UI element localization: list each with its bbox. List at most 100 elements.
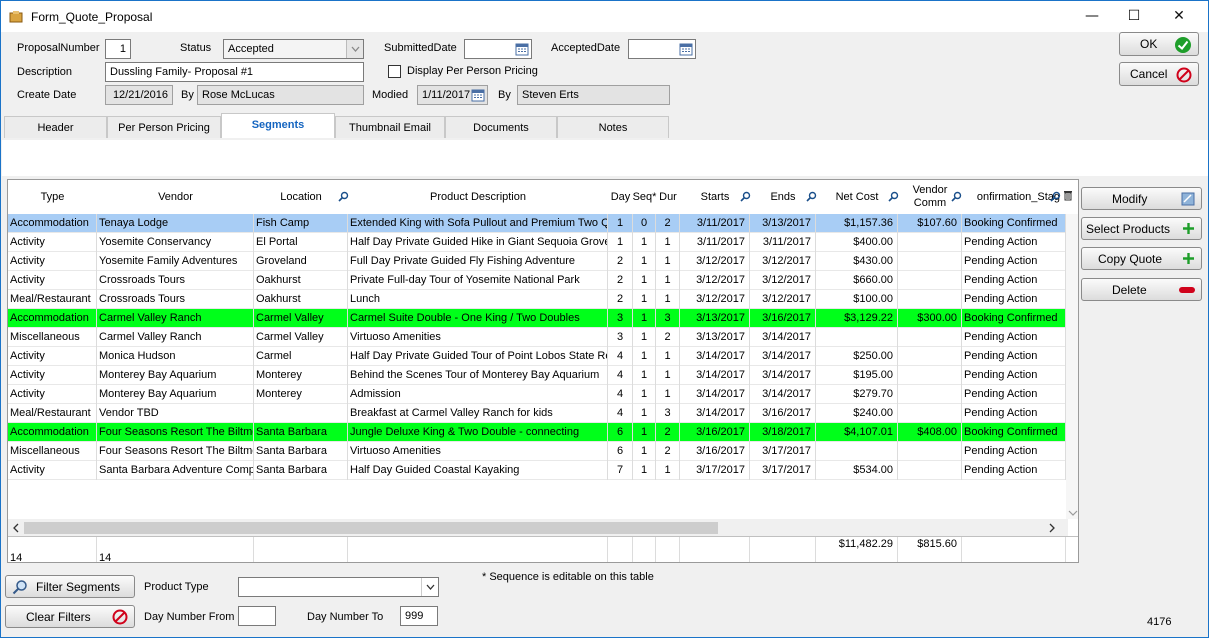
cell-day: 3 [608, 328, 633, 347]
table-row[interactable]: ActivitySanta Barbara Adventure CompanyS… [8, 461, 1078, 480]
col-seq-header[interactable]: Seq* [633, 180, 657, 214]
vertical-scrollbar[interactable] [1066, 214, 1078, 519]
table-row[interactable]: Activity Monterey Bay Aquarium Monterey Adm… [8, 385, 1078, 404]
status-select[interactable]: Accepted [223, 39, 364, 59]
tab-per-person-pricing[interactable]: Per Person Pricing [107, 116, 221, 138]
clear-filters-button[interactable]: Clear Filters [5, 605, 135, 628]
modified-label: Modied [372, 89, 409, 101]
filter-segments-button[interactable]: Filter Segments [5, 575, 135, 598]
calendar-icon[interactable] [515, 42, 529, 56]
table-row[interactable]: Activity Crossroads Tours Oakhurst Private … [8, 271, 1078, 290]
product-type-select[interactable] [238, 577, 439, 597]
cell-vendor: Yosemite Family Adventures [97, 252, 254, 271]
close-button[interactable]: ✕ [1156, 1, 1202, 32]
scroll-thumb[interactable] [24, 522, 718, 534]
table-row[interactable]: Activity Monterey Bay Aquarium Monterey Beh… [8, 366, 1078, 385]
tab-notes[interactable]: Notes [557, 116, 669, 138]
col-confirmation-header[interactable]: onfirmation_Stag [962, 180, 1060, 214]
col-product-header[interactable]: Product Description [348, 180, 608, 214]
cell-product: Half Day Guided Coastal Kayaking [348, 461, 608, 480]
search-icon[interactable] [1050, 191, 1061, 202]
tab-thumbnail-email[interactable]: Thumbnail Email [335, 116, 445, 138]
col-vendor-header[interactable]: Vendor [97, 180, 254, 214]
horizontal-scrollbar[interactable] [8, 519, 1068, 536]
col-type-header[interactable]: Type [8, 180, 97, 214]
table-row[interactable]: Accommodation Four Seasons Resort The Bil… [8, 423, 1078, 442]
table-row[interactable]: Meal/Restaurant Crossroads Tours Oakhurst L… [8, 290, 1078, 309]
cell-seq: 1 [633, 290, 656, 309]
cell-product: Half Day Private Guided Hike in Giant Se… [348, 233, 608, 252]
search-icon [12, 580, 27, 595]
col-location-header[interactable]: Location [254, 180, 348, 214]
cell-starts: 3/14/2017 [680, 404, 750, 423]
total-blank [680, 537, 750, 562]
cell-type: Activity [8, 347, 97, 366]
cell-product: Full Day Private Guided Fly Fishing Adve… [348, 252, 608, 271]
totals-row: 14 14 $11,482.29 $815.60 [8, 536, 1078, 562]
cell-net-cost: $240.00 [816, 404, 898, 423]
per-person-pricing-checkbox[interactable] [388, 65, 401, 78]
table-row[interactable]: Meal/Restaurant Vendor TBD Breakfast at Ca… [8, 404, 1078, 423]
cell-seq: 1 [633, 252, 656, 271]
cell-type: Activity [8, 252, 97, 271]
cell-dur: 2 [656, 214, 680, 233]
cell-seq: 1 [633, 404, 656, 423]
search-icon[interactable] [338, 191, 349, 202]
cell-confirmation: Pending Action [962, 328, 1066, 347]
table-row[interactable]: Accommodation Tenaya Lodge Fish Camp Extend… [8, 214, 1078, 233]
search-icon[interactable] [888, 191, 899, 202]
cell-ends: 3/17/2017 [750, 442, 816, 461]
table-row[interactable]: Activity Yosemite Conservancy El Portal Hal… [8, 233, 1078, 252]
select-products-button[interactable]: Select Products [1081, 217, 1202, 240]
col-net-cost-header[interactable]: Net Cost [816, 180, 898, 214]
search-icon[interactable] [740, 191, 751, 202]
proposal-number-label: ProposalNumber [17, 42, 100, 54]
col-dur-header[interactable]: Dur [656, 180, 680, 214]
cell-ends: 3/14/2017 [750, 328, 816, 347]
tab-documents[interactable]: Documents [445, 116, 557, 138]
cell-product: Lunch [348, 290, 608, 309]
chevron-right-icon[interactable] [1048, 523, 1056, 533]
table-row[interactable]: Activity Yosemite Family Adventures Grovel… [8, 252, 1078, 271]
cell-type: Activity [8, 366, 97, 385]
calendar-icon[interactable] [471, 88, 485, 102]
proposal-number-field[interactable]: 1 [105, 39, 131, 59]
submitted-date-field[interactable] [464, 39, 532, 59]
cell-product: Behind the Scenes Tour of Monterey Bay A… [348, 366, 608, 385]
copy-quote-button[interactable]: Copy Quote [1081, 247, 1202, 270]
cell-vendor-comm [898, 328, 962, 347]
cancel-button[interactable]: Cancel [1119, 62, 1199, 86]
col-day-header[interactable]: Day [608, 180, 633, 214]
ok-button[interactable]: OK [1119, 32, 1199, 56]
table-row[interactable]: Accommodation Carmel Valley Ranch Carmel V… [8, 309, 1078, 328]
maximize-button[interactable]: ☐ [1111, 1, 1157, 32]
chevron-down-icon[interactable] [1068, 509, 1078, 517]
cell-product: Breakfast at Carmel Valley Ranch for kid… [348, 404, 608, 423]
trash-icon[interactable] [1063, 189, 1073, 201]
calendar-icon[interactable] [679, 42, 693, 56]
table-row[interactable]: Miscellaneous Four Seasons Resort The Bil… [8, 442, 1078, 461]
segments-grid[interactable]: Type Vendor Location Product Description… [7, 179, 1079, 563]
cell-seq: 1 [633, 328, 656, 347]
cell-vendor-comm [898, 290, 962, 309]
cell-confirmation: Pending Action [962, 347, 1066, 366]
description-field[interactable]: Dussling Family- Proposal #1 [105, 62, 364, 82]
minimize-button[interactable]: — [1069, 1, 1115, 32]
cancel-icon [112, 609, 128, 625]
tab-header[interactable]: Header [4, 116, 107, 138]
modify-button[interactable]: Modify [1081, 187, 1202, 210]
table-row[interactable]: Activity Monica Hudson Carmel Half Day Priv… [8, 347, 1078, 366]
day-to-label: Day Number To [307, 611, 384, 623]
search-icon[interactable] [806, 191, 817, 202]
search-icon[interactable] [951, 191, 962, 202]
total-blank [962, 537, 1066, 562]
chevron-left-icon[interactable] [12, 523, 20, 533]
delete-button[interactable]: Delete [1081, 278, 1202, 301]
day-from-field[interactable] [238, 606, 276, 626]
cell-vendor: Four Seasons Resort The Biltmore [97, 442, 254, 461]
cell-type: Accommodation [8, 423, 97, 442]
table-row[interactable]: Miscellaneous Carmel Valley Ranch Carmel V… [8, 328, 1078, 347]
day-to-field[interactable]: 999 [400, 606, 438, 626]
tab-segments[interactable]: Segments [221, 113, 335, 138]
accepted-date-field[interactable] [628, 39, 696, 59]
